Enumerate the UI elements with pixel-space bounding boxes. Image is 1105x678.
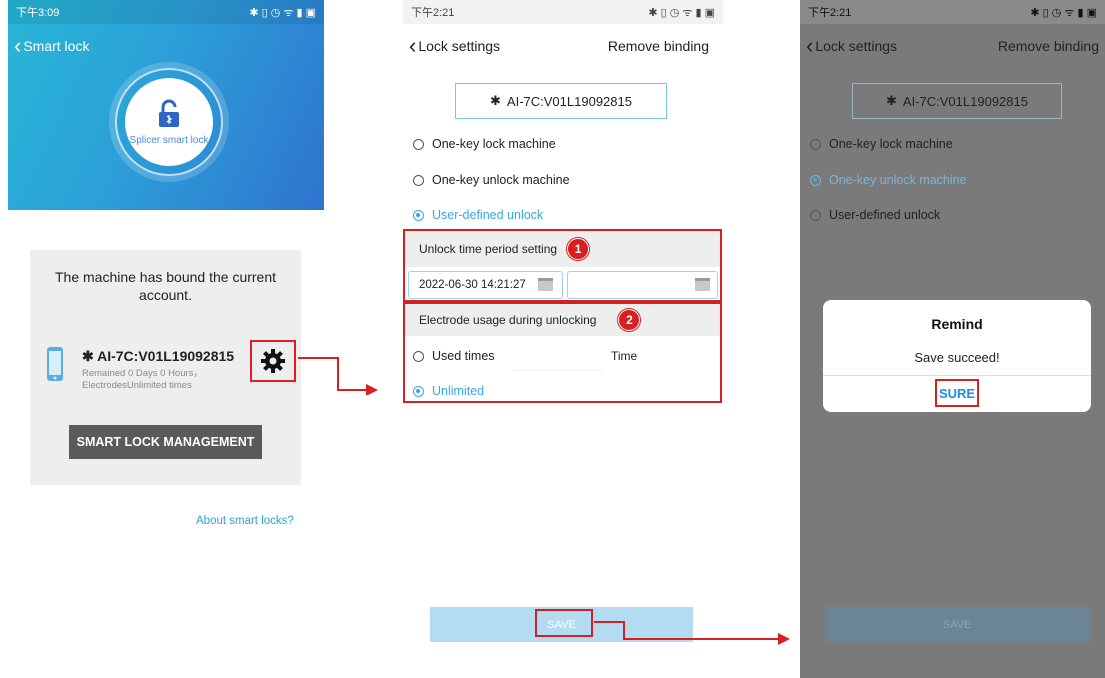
remind-dialog: Remind Save succeed! SURE bbox=[823, 300, 1091, 412]
radio-button[interactable] bbox=[413, 350, 424, 362]
section-header: Electrode usage during unlocking 2 bbox=[405, 304, 720, 336]
start-time-field[interactable]: 2022-06-30 14:21:27 bbox=[408, 271, 563, 299]
option-one-key-lock[interactable]: One-key lock machine bbox=[810, 137, 953, 151]
device-id-box: ✱ AI-7C:V01L19092815 bbox=[455, 83, 667, 119]
save-highlight bbox=[535, 609, 593, 637]
radio-button[interactable] bbox=[810, 209, 821, 221]
option-one-key-unlock[interactable]: One-key unlock machine bbox=[810, 173, 967, 187]
option-user-defined-unlock[interactable]: User-defined unlock bbox=[413, 208, 543, 222]
binding-card: The machine has bound the current accoun… bbox=[30, 250, 301, 485]
option-label: One-key lock machine bbox=[829, 137, 953, 151]
section-header: Unlock time period setting 1 bbox=[405, 231, 720, 267]
step-badge-1: 1 bbox=[567, 238, 590, 260]
lock-settings-screen: 下午2:21 ✱ ▯ ◷ ᯤ ▮ ▣ ‹ Lock settings Remov… bbox=[403, 0, 723, 678]
status-icons: ✱ ▯ ◷ ᯤ ▮ ▣ bbox=[1030, 6, 1097, 19]
phone-icon bbox=[47, 347, 63, 381]
option-label: Used times bbox=[432, 349, 495, 363]
bluetooth-icon: ✱ bbox=[82, 348, 98, 364]
sure-button[interactable]: SURE bbox=[935, 379, 979, 407]
option-one-key-lock[interactable]: One-key lock machine bbox=[413, 137, 556, 151]
start-time-value: 2022-06-30 14:21:27 bbox=[419, 279, 526, 291]
section-title: Electrode usage during unlocking bbox=[419, 313, 597, 327]
remaining-info: Remained 0 Days 0 Hours，ElectrodesUnlimi… bbox=[82, 368, 203, 391]
dialog-message: Save succeed! bbox=[914, 350, 1000, 365]
flow-arrow-1 bbox=[298, 357, 378, 395]
device-name: ✱ AI-7C:V01L19092815 bbox=[82, 348, 234, 365]
gear-icon bbox=[261, 349, 285, 373]
radio-button-selected[interactable] bbox=[413, 209, 424, 221]
option-label: Unlimited bbox=[432, 384, 485, 398]
option-label: User-defined unlock bbox=[829, 208, 941, 222]
calendar-icon[interactable] bbox=[538, 278, 553, 291]
option-label: One-key unlock machine bbox=[432, 173, 570, 187]
step-badge-2: 2 bbox=[618, 309, 641, 331]
dialog-divider bbox=[823, 375, 1091, 376]
chevron-left-icon[interactable]: ‹ bbox=[409, 35, 416, 57]
about-smart-locks-link[interactable]: About smart locks? bbox=[196, 515, 294, 527]
nav-title: Lock settings bbox=[815, 38, 898, 54]
lock-ring[interactable]: Splicer smart lock bbox=[115, 68, 223, 176]
device-name: AI-7C:V01L19092815 bbox=[902, 93, 1028, 109]
radio-button[interactable] bbox=[413, 138, 424, 150]
lock-circle[interactable]: Splicer smart lock bbox=[125, 78, 213, 166]
dialog-title: Remind bbox=[931, 316, 983, 332]
unlock-time-section: Unlock time period setting 1 2022-06-30 … bbox=[403, 229, 722, 302]
option-user-defined-unlock[interactable]: User-defined unlock bbox=[810, 208, 940, 222]
flow-arrow-2 bbox=[594, 621, 790, 645]
save-success-screen: 下午2:21 ✱ ▯ ◷ ᯤ ▮ ▣ ‹ Lock settings Remov… bbox=[800, 0, 1105, 678]
radio-button[interactable] bbox=[810, 138, 821, 150]
chevron-left-icon[interactable]: ‹ bbox=[14, 35, 21, 57]
end-time-field[interactable] bbox=[567, 271, 718, 299]
bound-message: The machine has bound the current accoun… bbox=[54, 269, 277, 303]
status-bar: 下午2:21 ✱ ▯ ◷ ᯤ ▮ ▣ bbox=[403, 0, 723, 24]
used-times-input[interactable] bbox=[513, 342, 603, 371]
status-time: 下午2:21 bbox=[411, 7, 455, 19]
nav-title: Smart lock bbox=[23, 38, 90, 54]
remove-binding-button[interactable]: Remove binding bbox=[608, 38, 709, 54]
status-time: 下午2:21 bbox=[808, 7, 852, 19]
smart-lock-header: 下午3:09 ✱ ▯ ◷ ᯤ ▮ ▣ ‹ Smart lock Splicer … bbox=[8, 0, 324, 210]
radio-button[interactable] bbox=[413, 174, 424, 186]
electrode-usage-section: Electrode usage during unlocking 2 Used … bbox=[403, 302, 722, 403]
bluetooth-icon: ✱ bbox=[886, 93, 897, 108]
chevron-left-icon[interactable]: ‹ bbox=[806, 35, 813, 57]
unlock-bluetooth-icon bbox=[159, 99, 179, 127]
option-used-times[interactable]: Used times bbox=[413, 349, 495, 363]
option-label: One-key lock machine bbox=[432, 137, 556, 151]
smart-lock-management-button[interactable]: SMART LOCK MANAGEMENT bbox=[69, 425, 262, 459]
device-name-text: AI-7C:V01L19092815 bbox=[97, 348, 235, 364]
nav-bar: ‹ Lock settings Remove binding bbox=[403, 24, 723, 68]
radio-button-selected[interactable] bbox=[810, 174, 821, 186]
bluetooth-icon: ✱ bbox=[490, 93, 501, 108]
calendar-icon[interactable] bbox=[695, 278, 710, 291]
option-label: User-defined unlock bbox=[432, 208, 544, 222]
settings-button[interactable] bbox=[250, 340, 296, 382]
option-label: One-key unlock machine bbox=[829, 173, 967, 187]
device-id-box: ✱ AI-7C:V01L19092815 bbox=[852, 83, 1062, 119]
status-time: 下午3:09 bbox=[16, 7, 60, 19]
radio-button-selected[interactable] bbox=[413, 385, 424, 397]
device-name: AI-7C:V01L19092815 bbox=[506, 93, 632, 109]
nav-bar: ‹ Lock settings Remove binding bbox=[800, 24, 1105, 68]
save-button[interactable]: SAVE bbox=[825, 607, 1089, 642]
status-icons: ✱ ▯ ◷ ᯤ ▮ ▣ bbox=[648, 6, 715, 19]
nav-bar: ‹ Smart lock bbox=[8, 24, 324, 68]
lock-label: Splicer smart lock bbox=[129, 134, 209, 146]
time-unit-label: Time bbox=[611, 349, 638, 363]
status-bar: 下午3:09 ✱ ▯ ◷ ᯤ ▮ ▣ bbox=[8, 0, 324, 24]
option-one-key-unlock[interactable]: One-key unlock machine bbox=[413, 173, 570, 187]
option-unlimited[interactable]: Unlimited bbox=[413, 384, 484, 398]
status-icons: ✱ ▯ ◷ ᯤ ▮ ▣ bbox=[249, 6, 316, 19]
remove-binding-button[interactable]: Remove binding bbox=[998, 38, 1099, 54]
status-bar: 下午2:21 ✱ ▯ ◷ ᯤ ▮ ▣ bbox=[800, 0, 1105, 24]
section-title: Unlock time period setting bbox=[419, 242, 558, 256]
nav-title: Lock settings bbox=[418, 38, 501, 54]
